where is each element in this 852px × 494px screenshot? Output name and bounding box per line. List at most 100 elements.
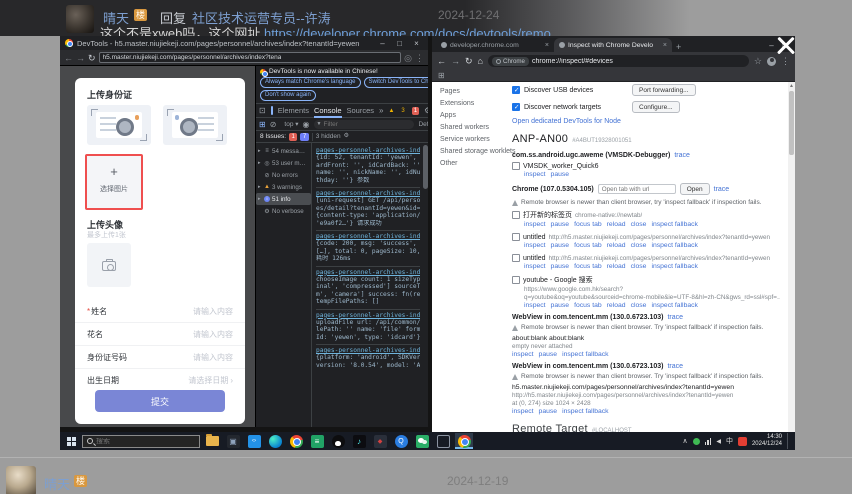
inspect-link[interactable]: inspect: [524, 221, 546, 228]
more-icon[interactable]: ⋮: [415, 53, 424, 63]
log-source-link[interactable]: pages-personnel-archives-index-from-js:1…: [316, 147, 420, 154]
taskbar-task-view-icon[interactable]: [434, 433, 452, 449]
volume-icon[interactable]: ◀: [716, 438, 721, 445]
device-toolbar-icon[interactable]: [270, 106, 273, 115]
settings-gear-icon[interactable]: ⚙: [424, 106, 428, 115]
tray-expand-icon[interactable]: ∧: [682, 437, 687, 445]
form-field-nickname[interactable]: 花名 请输入内容: [75, 323, 245, 346]
taskbar-photos-icon[interactable]: ▣: [224, 433, 242, 449]
reload-icon[interactable]: ↻: [465, 56, 473, 67]
log-source-link[interactable]: pages-personnel-archives-index-from-js:1…: [316, 190, 420, 197]
maximize-button[interactable]: □: [393, 39, 406, 48]
pause-link[interactable]: pause: [539, 351, 558, 358]
avatar[interactable]: [66, 5, 94, 33]
target-checkbox[interactable]: [512, 254, 520, 262]
bookmark-star-icon[interactable]: ☆: [754, 56, 762, 67]
tab-sources[interactable]: Sources: [347, 104, 375, 118]
trace-link[interactable]: trace: [667, 314, 683, 321]
show-desktop-button[interactable]: [787, 433, 790, 449]
address-bar[interactable]: h5.master.niujiekeji.com/pages/personnel…: [98, 52, 402, 63]
reload-icon[interactable]: ↻: [88, 53, 96, 63]
omnibox-url[interactable]: chrome://inspect/#devices: [532, 58, 613, 65]
node-devtools-link[interactable]: Open dedicated DevTools for Node: [512, 118, 621, 125]
post-body-link[interactable]: https://developer.chrome.com/docs/devtoo…: [264, 26, 551, 36]
inspect-fallback-link[interactable]: inspect fallback: [562, 408, 608, 415]
reload-link[interactable]: reload: [607, 302, 626, 309]
pause-link[interactable]: pause: [539, 408, 558, 415]
taskbar-edge-icon[interactable]: [266, 433, 284, 449]
inspect-element-icon[interactable]: ⊡: [259, 106, 266, 115]
close-link[interactable]: close: [631, 221, 647, 228]
trace-link[interactable]: trace: [667, 363, 683, 370]
minimize-button[interactable]: –: [376, 39, 389, 48]
context-selector[interactable]: top ▾: [284, 120, 298, 128]
nav-apps[interactable]: Apps: [440, 110, 510, 122]
console-filter[interactable]: ▼: [313, 119, 415, 129]
target-checkbox[interactable]: [512, 233, 520, 241]
taskbar-app-icon[interactable]: ◆: [371, 433, 389, 449]
focus-tab-link[interactable]: focus tab: [574, 263, 602, 270]
pause-link[interactable]: pause: [551, 302, 570, 309]
sidebar-item-verbose[interactable]: ⚙ No verbose: [256, 205, 311, 217]
close-link[interactable]: close: [631, 242, 647, 249]
back-icon[interactable]: ←: [64, 53, 73, 63]
log-source-link[interactable]: pages-personnel-archives-index-from-js:1…: [316, 312, 420, 319]
address-url[interactable]: h5.master.niujiekeji.com/pages/personnel…: [103, 54, 282, 61]
forward-icon[interactable]: →: [451, 56, 460, 66]
taskbar-wechat-icon[interactable]: [413, 433, 431, 449]
scroll-up-arrow[interactable]: ▲: [788, 82, 795, 90]
focus-tab-link[interactable]: focus tab: [574, 302, 602, 309]
configure-button[interactable]: Configure...: [632, 101, 680, 113]
reload-link[interactable]: reload: [607, 242, 626, 249]
page-scrollbar[interactable]: ▲: [788, 82, 795, 432]
taskbar-qq-icon[interactable]: [329, 433, 347, 449]
idcard-front-placeholder[interactable]: [87, 105, 151, 145]
inspect-link[interactable]: inspect: [524, 171, 546, 178]
tab-close-icon[interactable]: ×: [545, 42, 549, 49]
idcard-back-placeholder[interactable]: [163, 105, 227, 145]
pause-link[interactable]: pause: [551, 242, 570, 249]
filter-input[interactable]: [323, 120, 412, 128]
eye-icon[interactable]: ◉: [303, 120, 310, 129]
tab-elements[interactable]: Elements: [278, 104, 309, 118]
tab-developer-chrome[interactable]: developer.chrome.com ×: [436, 38, 554, 52]
hidden-gear-icon[interactable]: ⚙: [344, 132, 349, 141]
log-source-link[interactable]: pages-personnel-archives-index-from-js:1…: [316, 233, 420, 240]
reload-link[interactable]: reload: [607, 221, 626, 228]
taskbar-vscode-icon[interactable]: ‹›: [245, 433, 263, 449]
nav-shared-storage[interactable]: Shared storage worklets: [440, 146, 515, 158]
start-button[interactable]: [63, 433, 79, 449]
inspect-fallback-link[interactable]: inspect fallback: [651, 221, 697, 228]
new-tab-button[interactable]: +: [676, 42, 681, 52]
log-levels-dropdown[interactable]: Default levels ▾: [418, 120, 428, 128]
forward-icon[interactable]: →: [76, 53, 85, 63]
pause-link[interactable]: pause: [551, 171, 570, 178]
pause-link[interactable]: pause: [551, 263, 570, 270]
issues-label[interactable]: 8 Issues:: [260, 133, 286, 140]
pick-image-button[interactable]: + 选择图片: [85, 154, 143, 210]
tray-green-app-icon[interactable]: [692, 437, 700, 445]
pause-link[interactable]: pause: [551, 221, 570, 228]
sidebar-item-warnings[interactable]: ▸ ▲ 3 warnings: [256, 181, 311, 193]
touch-mode-icon[interactable]: ◎: [404, 53, 412, 63]
taskbar-chrome-active-icon[interactable]: [455, 433, 473, 449]
taskbar-file-explorer-icon[interactable]: [203, 433, 221, 449]
focus-tab-link[interactable]: focus tab: [574, 221, 602, 228]
lightbox-close-button[interactable]: [772, 32, 800, 60]
more-tabs-icon[interactable]: »: [379, 106, 383, 115]
back-icon[interactable]: ←: [437, 56, 446, 66]
taskbar-browser-icon[interactable]: Q: [392, 433, 410, 449]
trace-link[interactable]: trace: [674, 152, 690, 159]
switch-chinese-button[interactable]: Switch DevTools to Chinese: [363, 77, 428, 88]
apps-grid-icon[interactable]: ⊞: [438, 71, 445, 80]
sidebar-item-errors[interactable]: ⊘ No errors: [256, 169, 311, 181]
console-scrollbar[interactable]: [423, 145, 428, 189]
sidebar-item-messages[interactable]: ▸ ≡ 54 messa…: [256, 145, 311, 157]
log-source-link[interactable]: pages-personnel-archives-index-from-js:1…: [316, 347, 420, 354]
tab-console[interactable]: Console: [314, 104, 342, 118]
omnibox[interactable]: Chrome chrome://inspect/#devices: [487, 55, 749, 67]
reload-link[interactable]: reload: [607, 263, 626, 270]
inspect-fallback-link[interactable]: inspect fallback: [562, 351, 608, 358]
close-button[interactable]: ×: [410, 39, 423, 48]
inspect-fallback-link[interactable]: inspect fallback: [651, 242, 697, 249]
